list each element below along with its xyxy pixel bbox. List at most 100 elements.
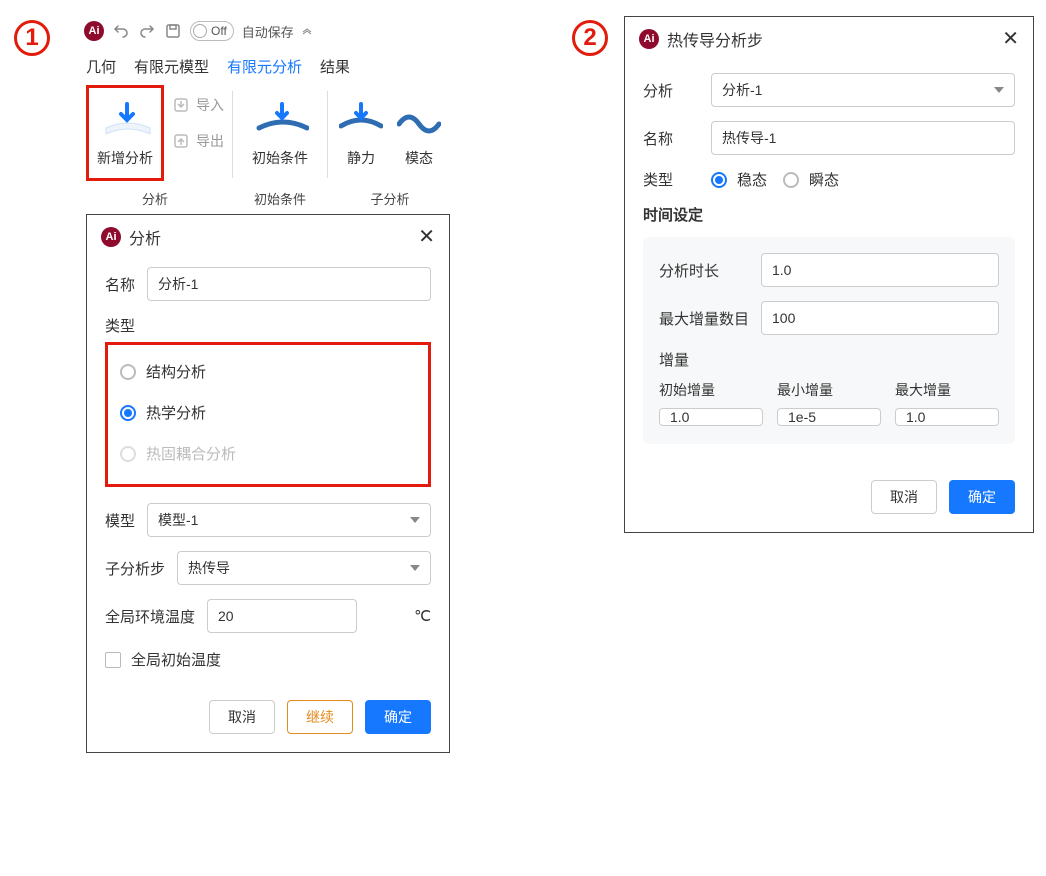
dialog-header: Ai 分析 ✕: [87, 215, 449, 259]
heat-step-dialog: Ai 热传导分析步 ✕ 分析 分析-1 名称 热传导-1 类型 稳态: [624, 16, 1034, 533]
radio-icon: [711, 172, 727, 188]
modal-icon: [397, 98, 441, 142]
cancel-button[interactable]: 取消: [209, 700, 275, 734]
static-label: 静力: [347, 148, 375, 168]
radio-transient[interactable]: 瞬态: [783, 169, 839, 190]
substep-select[interactable]: 热传导: [177, 551, 431, 585]
main-tabs: 几何 有限元模型 有限元分析 结果: [80, 46, 464, 85]
continue-button[interactable]: 继续: [287, 700, 353, 734]
export-button[interactable]: 导出: [172, 131, 224, 151]
global-init-temp-checkbox[interactable]: 全局初始温度: [105, 649, 431, 670]
step-badge-2: 2: [572, 20, 608, 56]
tab-fe-model[interactable]: 有限元模型: [134, 56, 209, 77]
save-icon[interactable]: [164, 22, 182, 40]
init-inc-label: 初始增量: [659, 380, 763, 400]
close-icon[interactable]: ✕: [1002, 29, 1019, 49]
autosave-toggle[interactable]: Off: [190, 21, 234, 41]
radio-label: 瞬态: [809, 169, 839, 190]
name-input[interactable]: 分析-1: [147, 267, 431, 301]
radio-thermal[interactable]: 热学分析: [120, 402, 416, 423]
panel-1: Ai Off 自动保存 几何 有限元模型 有限元分析 结果: [80, 16, 464, 753]
env-temp-input[interactable]: 20: [207, 599, 357, 633]
import-icon: [172, 96, 190, 114]
undo-icon[interactable]: [112, 22, 130, 40]
radio-steady[interactable]: 稳态: [711, 169, 767, 190]
increment-label: 增量: [659, 352, 689, 369]
radio-icon: [120, 364, 136, 380]
name-label: 名称: [643, 128, 699, 149]
tab-fe-analysis[interactable]: 有限元分析: [227, 56, 302, 77]
name-label: 名称: [105, 274, 135, 295]
tab-results[interactable]: 结果: [320, 56, 350, 77]
ribbon-separator: [232, 91, 233, 178]
radio-icon: [783, 172, 799, 188]
analysis-dialog: Ai 分析 ✕ 名称 分析-1 类型 结构分析 热学分析: [86, 214, 450, 753]
model-select[interactable]: 模型-1: [147, 503, 431, 537]
new-analysis-icon: [100, 98, 150, 142]
model-label: 模型: [105, 510, 135, 531]
max-inc-count-input[interactable]: 100: [761, 301, 999, 335]
autosave-caret-icon[interactable]: [302, 26, 312, 36]
radio-label: 结构分析: [146, 361, 206, 382]
redo-icon[interactable]: [138, 22, 156, 40]
name-input[interactable]: 热传导-1: [711, 121, 1015, 155]
analysis-label: 分析: [643, 80, 699, 101]
app-logo-icon: Ai: [639, 29, 659, 49]
duration-input[interactable]: 1.0: [761, 253, 999, 287]
ribbon-group-initial: 初始条件 初始条件: [235, 85, 325, 208]
type-radio-group: 稳态 瞬态: [711, 169, 839, 190]
dialog-title: 热传导分析步: [667, 27, 763, 51]
tab-geometry[interactable]: 几何: [86, 56, 116, 77]
initial-condition-icon: [255, 98, 305, 142]
radio-coupled: 热固耦合分析: [120, 443, 416, 464]
radio-icon: [120, 446, 136, 462]
autosave-label: 自动保存: [242, 22, 294, 41]
ok-button[interactable]: 确定: [949, 480, 1015, 514]
type-label: 类型: [105, 315, 135, 336]
toggle-knob-icon: [193, 24, 207, 38]
dialog-header: Ai 热传导分析步 ✕: [625, 17, 1033, 61]
checkbox-icon: [105, 652, 121, 668]
close-icon[interactable]: ✕: [418, 227, 435, 247]
radio-label: 热学分析: [146, 402, 206, 423]
import-label: 导入: [196, 95, 224, 115]
export-label: 导出: [196, 131, 224, 151]
new-analysis-button[interactable]: 新增分析: [86, 85, 164, 181]
substep-label: 子分析步: [105, 558, 165, 579]
init-inc-input[interactable]: 1.0: [659, 408, 763, 426]
modal-button[interactable]: 模态: [394, 85, 444, 181]
static-icon: [339, 98, 383, 142]
checkbox-label: 全局初始温度: [131, 649, 221, 670]
env-temp-label: 全局环境温度: [105, 606, 195, 627]
radio-label: 热固耦合分析: [146, 443, 236, 464]
initial-condition-label: 初始条件: [252, 148, 308, 168]
max-inc-input[interactable]: 1.0: [895, 408, 999, 426]
ribbon: 新增分析 导入 导出: [80, 85, 464, 208]
step-badge-1: 1: [14, 20, 50, 56]
timing-box: 分析时长 1.0 最大增量数目 100 增量 初始增量 1.0 最小增量: [643, 237, 1015, 444]
analysis-select[interactable]: 分析-1: [711, 73, 1015, 107]
min-inc-input[interactable]: 1e-5: [777, 408, 881, 426]
initial-condition-button[interactable]: 初始条件: [241, 85, 319, 181]
static-button[interactable]: 静力: [336, 85, 386, 181]
app-logo-icon: Ai: [84, 21, 104, 41]
radio-label: 稳态: [737, 169, 767, 190]
export-icon: [172, 132, 190, 150]
new-analysis-label: 新增分析: [97, 148, 153, 168]
import-button[interactable]: 导入: [172, 95, 224, 115]
radio-structural[interactable]: 结构分析: [120, 361, 416, 382]
type-radio-group: 结构分析 热学分析 热固耦合分析: [105, 342, 431, 487]
ok-button[interactable]: 确定: [365, 700, 431, 734]
env-temp-unit: ℃: [414, 607, 431, 625]
toggle-label: Off: [211, 24, 227, 38]
group-label-sub: 子分析: [370, 189, 409, 208]
cancel-button[interactable]: 取消: [871, 480, 937, 514]
group-label-analysis: 分析: [142, 189, 168, 208]
type-label: 类型: [643, 169, 699, 190]
min-inc-label: 最小增量: [777, 380, 881, 400]
panel-2: Ai 热传导分析步 ✕ 分析 分析-1 名称 热传导-1 类型 稳态: [624, 16, 1034, 533]
dialog-title: 分析: [129, 225, 161, 249]
import-export-group: 导入 导出: [172, 85, 224, 151]
timing-title: 时间设定: [643, 204, 1015, 225]
max-inc-count-label: 最大增量数目: [659, 308, 749, 329]
